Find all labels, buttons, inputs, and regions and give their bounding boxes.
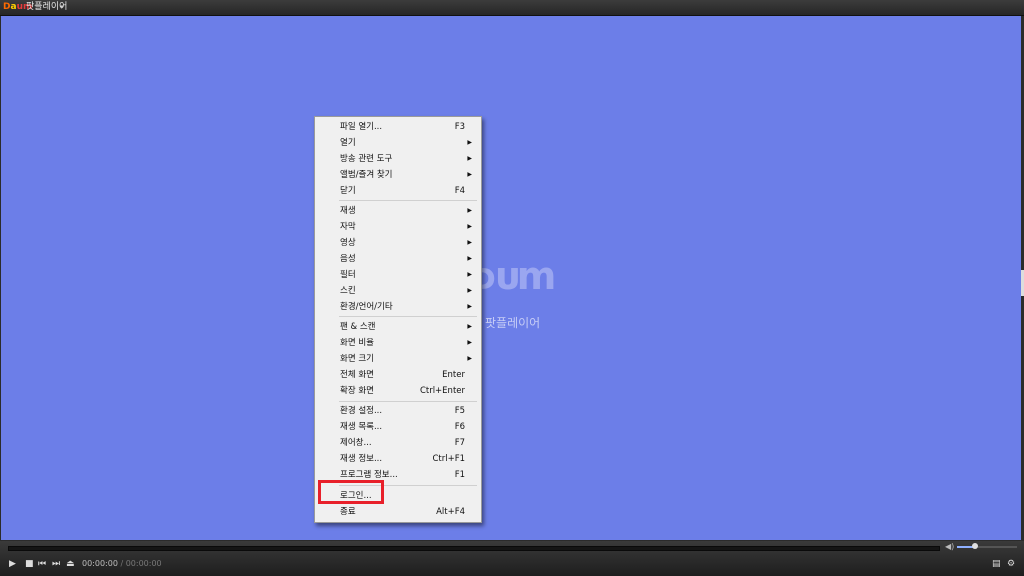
menu-item-label: 제어창...	[340, 438, 372, 448]
menu-item-label: 팬 & 스캔	[340, 322, 376, 332]
menu-item-label: 음성	[340, 254, 356, 264]
menu-item-playlist[interactable]: 재생 목록... F6	[316, 419, 480, 435]
volume-knob[interactable]	[972, 543, 978, 549]
menu-item-open[interactable]: 열기 ▶	[316, 135, 480, 151]
menu-item-audio[interactable]: 음성 ▶	[316, 251, 480, 267]
volume-slider[interactable]	[957, 546, 1017, 548]
menu-item-label: 앨범/즐겨 찾기	[340, 170, 393, 180]
menu-item-label: 재생 목록...	[340, 422, 383, 432]
menu-item-shortcut: Ctrl+Enter	[419, 386, 465, 396]
total-time: 00:00:00	[125, 559, 162, 568]
menu-item-label: 환경 설정...	[340, 406, 383, 416]
menu-item-playback-info[interactable]: 재생 정보... Ctrl+F1	[316, 451, 480, 467]
menu-item-label: 재생	[340, 206, 356, 216]
submenu-arrow-icon: ▶	[467, 155, 472, 162]
submenu-arrow-icon: ▶	[467, 355, 472, 362]
menu-item-open-file[interactable]: 파일 열기... F3	[316, 119, 480, 135]
submenu-arrow-icon: ▶	[467, 287, 472, 294]
control-bar: ◀) ▶ ■ ⏮ ⏭ ⏏ 00:00:00 / 00:00:00 ▤ ⚙	[0, 541, 1024, 576]
menu-separator	[339, 200, 477, 201]
menu-item-exit[interactable]: 종료 Alt+F4	[316, 504, 480, 520]
submenu-arrow-icon: ▶	[467, 303, 472, 310]
watermark-text: 팟플레이어	[485, 316, 541, 330]
menu-item-extended-screen[interactable]: 확장 화면 Ctrl+Enter	[316, 383, 480, 399]
volume-icon[interactable]: ◀)	[945, 542, 954, 551]
submenu-arrow-icon: ▶	[467, 223, 472, 230]
submenu-arrow-icon: ▶	[467, 323, 472, 330]
menu-item-shortcut: Enter	[442, 370, 465, 380]
menu-item-label: 영상	[340, 238, 356, 248]
eject-icon[interactable]: ⏏	[66, 558, 75, 570]
stop-icon[interactable]: ■	[25, 558, 34, 570]
title-bar: Daum 팟플레이어 ▾	[0, 0, 1024, 16]
watermark-logo: ᴅᴜm	[471, 254, 556, 298]
play-icon[interactable]: ▶	[9, 558, 16, 570]
menu-item-label: 닫기	[340, 186, 356, 196]
menu-item-filters[interactable]: 필터 ▶	[316, 267, 480, 283]
menu-item-close[interactable]: 닫기 F4	[316, 183, 480, 199]
menu-item-label: 확장 화면	[340, 386, 374, 396]
menu-item-label: 열기	[340, 138, 356, 148]
menu-item-preferences[interactable]: 환경 설정... F5	[316, 403, 480, 419]
menu-item-label: 스킨	[340, 286, 356, 296]
gear-icon[interactable]: ⚙	[1007, 559, 1015, 569]
menu-item-label: 화면 비율	[340, 338, 374, 348]
menu-item-label: 파일 열기...	[340, 122, 383, 132]
submenu-arrow-icon: ▶	[467, 271, 472, 278]
menu-item-label: 방송 관련 도구	[340, 154, 393, 164]
time-separator: /	[117, 559, 126, 568]
submenu-arrow-icon: ▶	[467, 139, 472, 146]
current-time: 00:00:00	[82, 559, 118, 568]
menu-item-fullscreen[interactable]: 전체 화면 Enter	[316, 367, 480, 383]
next-icon[interactable]: ⏭	[52, 558, 60, 570]
menu-item-label: 화면 크기	[340, 354, 374, 364]
submenu-arrow-icon: ▶	[467, 207, 472, 214]
menu-item-shortcut: F7	[454, 438, 465, 448]
menu-item-shortcut: F6	[454, 422, 465, 432]
time-display: 00:00:00 / 00:00:00	[82, 559, 162, 568]
submenu-arrow-icon: ▶	[467, 339, 472, 346]
menu-item-control-panel[interactable]: 제어창... F7	[316, 435, 480, 451]
menu-item-env-language[interactable]: 환경/언어/기타 ▶	[316, 299, 480, 315]
menu-item-screen-size[interactable]: 화면 크기 ▶	[316, 351, 480, 367]
menu-item-subtitles[interactable]: 자막 ▶	[316, 219, 480, 235]
menu-item-video[interactable]: 영상 ▶	[316, 235, 480, 251]
menu-item-shortcut: Ctrl+F1	[432, 454, 465, 464]
menu-item-shortcut: F4	[454, 186, 465, 196]
menu-item-label: 재생 정보...	[340, 454, 383, 464]
menu-item-label: 전체 화면	[340, 370, 374, 380]
menu-item-aspect-ratio[interactable]: 화면 비율 ▶	[316, 335, 480, 351]
menu-item-label: 필터	[340, 270, 356, 280]
submenu-arrow-icon: ▶	[467, 171, 472, 178]
menu-separator	[339, 316, 477, 317]
menu-separator	[339, 401, 477, 402]
menu-item-skin[interactable]: 스킨 ▶	[316, 283, 480, 299]
submenu-arrow-icon: ▶	[467, 239, 472, 246]
title-menu-chevron-down-icon[interactable]: ▾	[60, 1, 64, 13]
seek-bar[interactable]	[8, 546, 940, 551]
menu-item-playback[interactable]: 재생 ▶	[316, 203, 480, 219]
context-menu: 파일 열기... F3 열기 ▶ 방송 관련 도구 ▶ 앨범/즐겨 찾기 ▶ 닫기 F4 …	[314, 116, 482, 523]
menu-item-broadcast-tools[interactable]: 방송 관련 도구 ▶	[316, 151, 480, 167]
login-highlight-box	[318, 480, 384, 504]
menu-item-label: 환경/언어/기타	[340, 302, 393, 312]
menu-item-label: 종료	[340, 507, 356, 517]
previous-icon[interactable]: ⏮	[38, 558, 46, 570]
menu-item-album-favorites[interactable]: 앨범/즐겨 찾기 ▶	[316, 167, 480, 183]
menu-item-shortcut: F1	[454, 470, 465, 480]
menu-item-shortcut: F3	[454, 122, 465, 132]
submenu-arrow-icon: ▶	[467, 255, 472, 262]
menu-item-shortcut: Alt+F4	[436, 507, 465, 517]
menu-item-shortcut: F5	[454, 406, 465, 416]
playlist-icon[interactable]: ▤	[992, 559, 1001, 569]
video-area[interactable]: ᴅᴜm 팟플레이어	[1, 16, 1021, 540]
menu-item-label: 자막	[340, 222, 356, 232]
menu-item-pan-scan[interactable]: 팬 & 스캔 ▶	[316, 319, 480, 335]
